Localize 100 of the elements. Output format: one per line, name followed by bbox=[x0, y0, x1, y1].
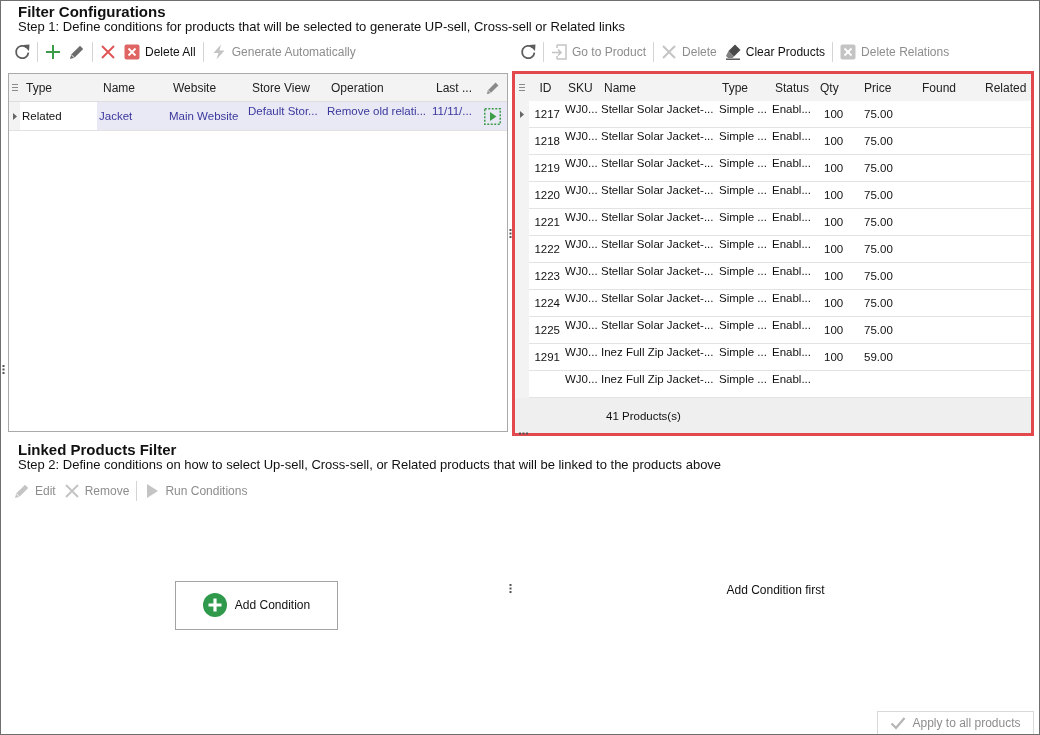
table-cell: Stellar Solar Jacket-... bbox=[598, 128, 716, 155]
column-header[interactable]: Found bbox=[912, 80, 975, 95]
table-cell: Stellar Solar Jacket-... bbox=[598, 155, 716, 182]
refresh-icon bbox=[520, 44, 536, 60]
column-header[interactable]: Last ... bbox=[430, 80, 478, 95]
table-cell: Stellar Solar Jacket-... bbox=[598, 290, 716, 317]
column-header[interactable]: Store View bbox=[246, 80, 325, 95]
x-square-icon bbox=[124, 44, 140, 60]
pencil-icon bbox=[14, 483, 30, 499]
table-cell: Enabl... bbox=[769, 209, 818, 236]
table-cell: Related bbox=[20, 102, 97, 130]
pencil-icon bbox=[69, 44, 85, 60]
column-header[interactable]: Related bbox=[975, 80, 1031, 95]
table-cell: Inez Full Zip Jacket-... bbox=[598, 344, 716, 371]
pencil-icon bbox=[485, 80, 500, 95]
column-header[interactable]: Name bbox=[97, 80, 167, 95]
splitter-grip-icon[interactable] bbox=[509, 229, 512, 238]
plus-icon bbox=[45, 44, 61, 60]
table-cell: 1291 bbox=[529, 344, 562, 371]
splitter-grip-icon[interactable] bbox=[2, 365, 5, 374]
column-header[interactable]: ID bbox=[529, 80, 562, 95]
table-cell: Simple ... bbox=[716, 209, 769, 236]
section-title: Linked Products Filter bbox=[18, 442, 177, 457]
table-cell: WJ0... bbox=[562, 290, 598, 317]
table-cell: 75.00 bbox=[858, 182, 912, 209]
table-cell: Simple ... bbox=[716, 263, 769, 290]
table-cell: Enabl... bbox=[769, 128, 818, 155]
table-cell: WJ0... bbox=[562, 344, 598, 371]
table-cell: Simple ... bbox=[716, 182, 769, 209]
table-cell: 1219 bbox=[529, 155, 562, 182]
table-cell: 100 bbox=[818, 101, 858, 128]
add-condition-button[interactable]: Add Condition bbox=[175, 580, 338, 630]
table-cell: 100 bbox=[818, 155, 858, 182]
check-icon bbox=[890, 715, 907, 731]
table-cell: 100 bbox=[818, 128, 858, 155]
menu-icon[interactable] bbox=[11, 84, 18, 91]
table-cell-text: Default Stor... bbox=[247, 104, 319, 119]
column-header[interactable]: Price bbox=[858, 80, 912, 95]
empty-message: Add Condition first bbox=[726, 584, 825, 597]
table-cell: Stellar Solar Jacket-... bbox=[598, 101, 716, 128]
table-cell: 75.00 bbox=[858, 236, 912, 263]
product-count: 41 Products(s) bbox=[606, 409, 681, 422]
splitter-grip-icon[interactable] bbox=[519, 432, 528, 435]
table-cell: 1222 bbox=[529, 236, 562, 263]
column-header[interactable]: Type bbox=[716, 80, 769, 95]
column-header[interactable]: Name bbox=[598, 80, 716, 95]
table-cell: 75.00 bbox=[858, 317, 912, 344]
table-cell-text: 11/11/... bbox=[431, 104, 473, 119]
table-cell: 1220 bbox=[529, 182, 562, 209]
table-cell: Simple ... bbox=[716, 155, 769, 182]
column-header[interactable]: Type bbox=[20, 80, 97, 95]
table-cell: WJ0... bbox=[562, 182, 598, 209]
table-cell: Enabl... bbox=[769, 290, 818, 317]
table-cell: 75.00 bbox=[858, 290, 912, 317]
table-cell: 75.00 bbox=[858, 155, 912, 182]
delete-all-button[interactable]: Delete All bbox=[120, 40, 200, 64]
x-square-icon bbox=[840, 44, 857, 60]
table-cell: WJ0... bbox=[562, 155, 598, 182]
column-header[interactable]: Status bbox=[769, 80, 818, 95]
table-cell-text: Remove old relati... bbox=[326, 104, 428, 119]
table-cell: Enabl... bbox=[769, 236, 818, 263]
table-cell: 100 bbox=[818, 263, 858, 290]
column-header[interactable]: Operation bbox=[325, 80, 430, 95]
table-cell: Simple ... bbox=[716, 101, 769, 128]
x-icon bbox=[661, 44, 678, 60]
table-cell: 1221 bbox=[529, 209, 562, 236]
table-cell: 59.00 bbox=[858, 344, 912, 371]
table-cell: Enabl... bbox=[769, 263, 818, 290]
table-cell: 100 bbox=[818, 182, 858, 209]
x-icon bbox=[100, 44, 116, 60]
row-pointer-icon bbox=[520, 111, 524, 118]
table-cell: 100 bbox=[818, 236, 858, 263]
table-cell: Enabl... bbox=[769, 317, 818, 344]
table-row[interactable]: Related Jacket Main Website Default Stor... Remove old relati... 11/11/... bbox=[9, 102, 507, 131]
table-cell: Simple ... bbox=[716, 128, 769, 155]
table-cell: WJ0... bbox=[562, 263, 598, 290]
table-cell: Stellar Solar Jacket-... bbox=[598, 263, 716, 290]
column-header[interactable]: SKU bbox=[562, 80, 598, 95]
menu-icon[interactable] bbox=[519, 84, 525, 91]
play-square-icon[interactable] bbox=[484, 107, 501, 125]
table-cell: WJ0... bbox=[562, 128, 598, 155]
table-cell: Enabl... bbox=[769, 155, 818, 182]
table-cell: 75.00 bbox=[858, 263, 912, 290]
table-cell: Simple ... bbox=[716, 344, 769, 371]
table-cell: 1218 bbox=[529, 128, 562, 155]
table-cell: 100 bbox=[818, 317, 858, 344]
table-cell: 1223 bbox=[529, 263, 562, 290]
column-header[interactable]: Qty bbox=[818, 80, 858, 95]
section-title: Filter Configurations bbox=[18, 4, 166, 19]
table-cell: 100 bbox=[818, 344, 858, 371]
table-cell: 75.00 bbox=[858, 101, 912, 128]
splitter-grip-icon[interactable] bbox=[509, 584, 512, 593]
table-cell: Simple ... bbox=[716, 290, 769, 317]
clear-products-button[interactable]: Clear Products bbox=[720, 40, 830, 64]
plus-circle-icon bbox=[202, 593, 227, 617]
x-icon bbox=[63, 483, 80, 499]
table-cell: Simple ... bbox=[716, 317, 769, 344]
column-header[interactable]: Website bbox=[167, 80, 246, 95]
refresh-icon bbox=[14, 44, 30, 60]
table-cell: Stellar Solar Jacket-... bbox=[598, 317, 716, 344]
